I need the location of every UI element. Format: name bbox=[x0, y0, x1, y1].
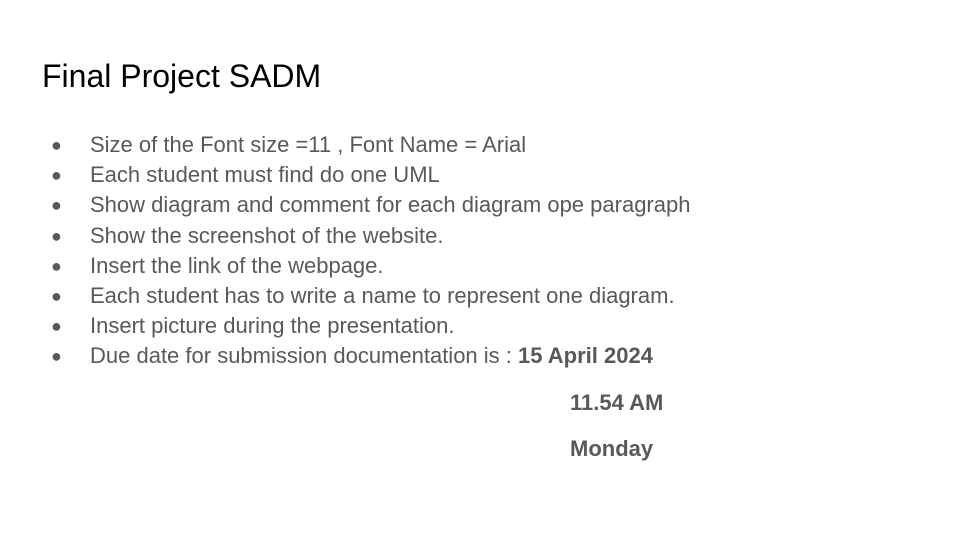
bullet-icon: ● bbox=[51, 285, 62, 306]
bullet-icon: ● bbox=[51, 165, 62, 186]
bullet-icon: ● bbox=[51, 255, 62, 276]
slide: Final Project SADM ● Size of the Font si… bbox=[0, 0, 960, 540]
due-date-prefix: Due date for submission documentation is… bbox=[90, 343, 519, 369]
bullet-icon: ● bbox=[51, 346, 62, 367]
due-time: 11.54 AM bbox=[570, 390, 664, 415]
bullet-icon: ● bbox=[51, 195, 62, 216]
bullet-icon: ● bbox=[51, 225, 62, 246]
bullet-text: Insert the link of the webpage. bbox=[90, 252, 384, 278]
bullet-text: Show the screenshot of the website. bbox=[90, 222, 444, 248]
due-date-value: 15 April 2024 bbox=[518, 343, 653, 369]
bullet-text: Each student has to write a name to repr… bbox=[90, 282, 675, 308]
bullet-text: Each student must find do one UML bbox=[90, 162, 440, 188]
bullet-icon: ● bbox=[51, 135, 62, 155]
bullet-icon: ● bbox=[51, 316, 62, 337]
due-date-text: Due date for submission documentation is… bbox=[90, 341, 653, 371]
slide-title: Final Project SADM bbox=[42, 58, 322, 94]
bullet-text: Size of the Font size =11 , Font Name = … bbox=[90, 132, 527, 157]
due-day: Monday bbox=[570, 436, 654, 461]
bullet-text: Show diagram and comment for each diagra… bbox=[90, 192, 691, 218]
bullet-text: Insert picture during the presentation. bbox=[90, 313, 455, 339]
